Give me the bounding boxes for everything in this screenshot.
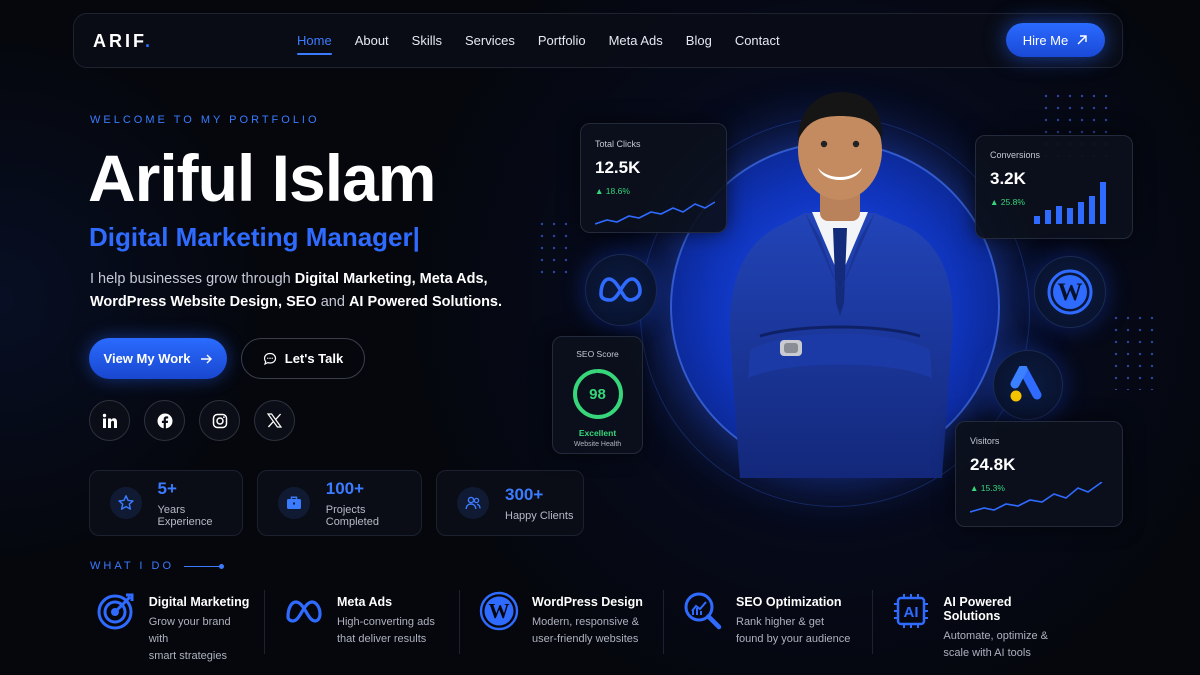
- svg-text:W: W: [1058, 279, 1083, 306]
- stat-value: 5+: [157, 478, 177, 498]
- sparkline: [970, 482, 1103, 513]
- chat-bubble-icon: [263, 352, 276, 365]
- nav-link-skills[interactable]: Skills: [412, 33, 442, 48]
- welcome-label: WELCOME TO MY PORTFOLIO: [90, 114, 320, 126]
- service-desc: Grow your brand with smart strategies: [148, 616, 231, 662]
- sparkline: [594, 201, 716, 225]
- hire-me-button[interactable]: Hire Me: [1006, 23, 1105, 57]
- seo-score-value: 98: [589, 385, 606, 403]
- nav-link-portfolio[interactable]: Portfolio: [538, 33, 586, 48]
- stat-card-projects: 100+ Projects Completed: [257, 470, 422, 536]
- what-i-do-heading: WHAT I DO: [90, 560, 225, 572]
- meta-badge: [585, 254, 657, 326]
- dot-pattern: [1110, 312, 1156, 390]
- stats-row: 5+ Years Experience 100+ Projects Complete…: [89, 470, 584, 536]
- total-clicks-card: Total Clicks 12.5K ▲ 18.6%: [580, 123, 727, 233]
- view-my-work-button[interactable]: View My Work: [89, 338, 227, 379]
- nav-link-blog[interactable]: Blog: [686, 33, 712, 48]
- service-title: Meta Ads: [337, 595, 393, 609]
- meta-icon: [599, 277, 642, 302]
- nav-link-contact[interactable]: Contact: [735, 33, 780, 48]
- stat-value: 100+: [325, 478, 365, 498]
- google-ads-badge: [993, 350, 1063, 420]
- visitors-card: Visitors 24.8K ▲ 15.3%: [955, 421, 1123, 527]
- arrow-up-right-icon: [1077, 35, 1087, 45]
- card-label: Total Clicks: [595, 139, 641, 149]
- instagram-icon: [212, 413, 227, 428]
- service-desc: High-converting ads that deliver results: [337, 616, 435, 645]
- facebook-link[interactable]: [144, 400, 185, 441]
- stat-card-experience: 5+ Years Experience: [89, 470, 243, 536]
- stat-label: Projects Completed: [325, 503, 379, 528]
- card-label: Conversions: [990, 150, 1041, 160]
- nav-link-home[interactable]: Home: [297, 33, 332, 55]
- svg-text:W: W: [489, 599, 510, 623]
- stat-label: Happy Clients: [505, 509, 574, 522]
- x-icon: [267, 413, 282, 428]
- service-wordpress-design[interactable]: W WordPress Design Modern, responsive & u…: [478, 590, 664, 654]
- stat-value: 300+: [505, 484, 544, 504]
- users-icon: [457, 487, 489, 519]
- service-title: SEO Optimization: [736, 595, 842, 609]
- portrait-image: [729, 92, 953, 478]
- meta-icon: [283, 590, 325, 632]
- arrow-right-icon: [201, 354, 213, 363]
- linkedin-link[interactable]: [89, 400, 130, 441]
- star-icon: [110, 487, 142, 519]
- service-title: AI Powered Solutions: [943, 595, 1012, 623]
- service-digital-marketing[interactable]: Digital Marketing Grow your brand with sm…: [96, 590, 265, 662]
- seo-search-icon: [682, 590, 724, 632]
- wordpress-icon: W: [1047, 269, 1093, 315]
- stat-card-clients: 300+ Happy Clients: [436, 470, 584, 536]
- facebook-icon: [157, 413, 172, 429]
- hero-name: Ariful Islam: [88, 141, 436, 215]
- seo-status-sub: Website Health: [573, 441, 622, 448]
- hire-me-label: Hire Me: [1022, 32, 1069, 48]
- service-title: Digital Marketing: [148, 595, 250, 609]
- briefcase-icon: [278, 487, 310, 519]
- linkedin-icon: [102, 413, 117, 428]
- service-seo-optimization[interactable]: SEO Optimization Rank higher & get found …: [682, 590, 873, 654]
- card-value: 12.5K: [595, 158, 641, 177]
- nav-link-services[interactable]: Services: [465, 33, 515, 48]
- ai-chip-icon: AI: [891, 590, 931, 632]
- service-meta-ads[interactable]: Meta Ads High-converting ads that deliver…: [283, 590, 460, 654]
- seo-score-ring: 98: [571, 367, 625, 421]
- service-ai-solutions[interactable]: AI AI Powered Solutions Automate, optimi…: [891, 590, 1081, 659]
- hero-role: Digital Marketing Manager|: [89, 222, 420, 252]
- wordpress-icon: W: [478, 590, 520, 632]
- view-my-work-label: View My Work: [103, 351, 191, 366]
- nav-links: Home About Skills Services Portfolio Met…: [297, 33, 803, 55]
- lets-talk-button[interactable]: Let's Talk: [241, 338, 365, 379]
- x-link[interactable]: [254, 400, 295, 441]
- nav-link-meta-ads[interactable]: Meta Ads: [609, 33, 663, 48]
- hero-intro: I help businesses grow through Digital M…: [90, 271, 503, 310]
- heading-divider: [184, 563, 225, 569]
- services-row: Digital Marketing Grow your brand with sm…: [96, 590, 1099, 662]
- card-label: SEO Score: [576, 349, 619, 359]
- target-icon: [96, 590, 137, 632]
- svg-text:AI: AI: [904, 604, 919, 621]
- card-value: 24.8K: [970, 455, 1016, 474]
- card-delta: ▲ 18.6%: [595, 186, 630, 196]
- stat-label: Years Experience: [157, 503, 213, 528]
- seo-status: Excellent: [578, 428, 617, 438]
- seo-score-card: SEO Score 98 Excellent Website Health: [552, 336, 643, 454]
- card-label: Visitors: [970, 436, 1000, 446]
- social-links: [89, 400, 295, 441]
- bar-mini-chart: [1034, 182, 1106, 224]
- service-desc: Automate, optimize & scale with AI tools: [943, 630, 1048, 659]
- service-title: WordPress Design: [532, 595, 643, 609]
- dot-pattern: [536, 218, 576, 280]
- wordpress-badge: W: [1034, 256, 1106, 328]
- navbar: ARIF. Home About Skills Services Portfol…: [73, 13, 1123, 68]
- google-ads-icon: [1010, 366, 1042, 402]
- instagram-link[interactable]: [199, 400, 240, 441]
- service-desc: Modern, responsive & user-friendly websit…: [532, 616, 639, 645]
- conversions-card: Conversions 3.2K ▲ 25.8%: [975, 135, 1133, 239]
- lets-talk-label: Let's Talk: [284, 351, 344, 366]
- nav-link-about[interactable]: About: [355, 33, 389, 48]
- logo[interactable]: ARIF.: [93, 31, 153, 52]
- service-desc: Rank higher & get found by your audience: [736, 616, 851, 645]
